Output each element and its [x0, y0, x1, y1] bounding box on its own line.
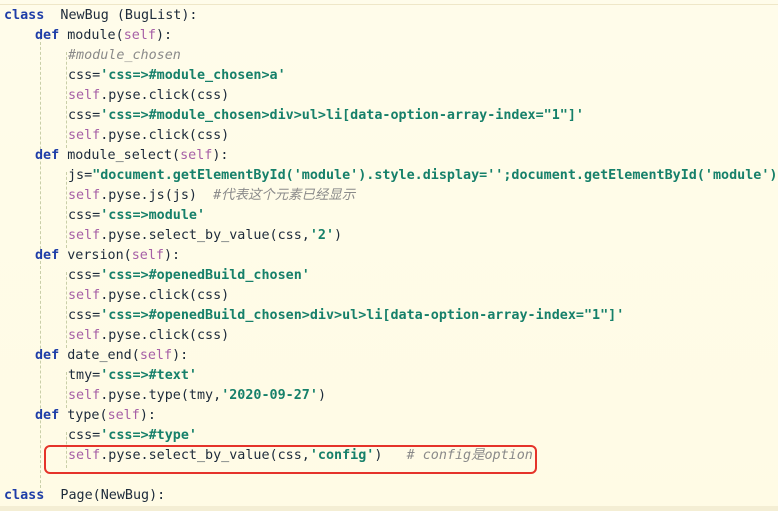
string-literal: ).style.display= — [358, 168, 488, 183]
code-line: #module_chosen — [68, 46, 181, 66]
keyword: def — [35, 248, 60, 263]
code-text: ) — [334, 228, 343, 243]
self-token: self — [68, 128, 101, 143]
code-text: .pyse.js(js) — [100, 188, 214, 203]
code-text: tmy= — [68, 368, 101, 383]
indent-guide — [66, 52, 67, 148]
code-text: NewBug (BugList): — [44, 8, 198, 23]
code-text: type( — [59, 408, 108, 423]
keyword: class — [4, 488, 45, 503]
indent-guide — [66, 272, 67, 348]
code-text: date_end( — [59, 348, 140, 363]
code-line: self.pyse.click(css) — [68, 286, 229, 306]
code-text: css= — [68, 308, 101, 323]
code-line: css='css=>#module_chosen>a' — [68, 66, 286, 86]
code-text: ): — [164, 248, 181, 263]
code-line: def version(self): — [35, 246, 180, 266]
code-text: css= — [68, 208, 101, 223]
indent-guide — [66, 372, 67, 408]
string-literal: 'css=>#openedBuild_chosen' — [100, 268, 310, 283]
self-token: self — [68, 328, 101, 343]
string-literal: '' — [487, 168, 504, 183]
keyword: def — [35, 348, 60, 363]
highlight-box — [44, 445, 537, 474]
code-text: js= — [68, 168, 93, 183]
keyword: def — [35, 28, 60, 43]
code-line: self.pyse.type(tmy,'2020-09-27') — [68, 386, 326, 406]
code-line: def module(self): — [35, 26, 172, 46]
self-token: self — [107, 408, 140, 423]
self-token: self — [123, 28, 156, 43]
code-text: version( — [59, 248, 132, 263]
string-literal: 'module' — [704, 168, 770, 183]
code-line: def type(self): — [35, 406, 156, 426]
code-line: tmy='css=>#text' — [68, 366, 197, 386]
indent-guide — [66, 172, 67, 248]
code-text: ): — [172, 348, 189, 363]
code-text: .pyse.click(css) — [100, 328, 230, 343]
comment: #代表这个元素已经显示 — [213, 188, 356, 203]
code-text: css= — [68, 68, 101, 83]
string-literal: 'css=>#text' — [100, 368, 197, 383]
comment: #module_chosen — [68, 48, 181, 63]
keyword: class — [4, 8, 45, 23]
string-literal: 'css=>#openedBuild_chosen>div>ul>li[data… — [100, 308, 625, 323]
code-line: css='css=>module' — [68, 206, 205, 226]
string-literal: '2020-09-27' — [221, 388, 318, 403]
code-line: css='css=>#module_chosen>div>ul>li[data-… — [68, 106, 584, 126]
code-text: css= — [68, 108, 101, 123]
code-line: self.pyse.js(js) #代表这个元素已经显示 — [68, 186, 355, 206]
code-line: class Page(NewBug): — [4, 486, 165, 506]
code-text: Page(NewBug): — [44, 488, 166, 503]
code-line: self.pyse.select_by_value(css,'2') — [68, 226, 342, 246]
self-token: self — [68, 228, 101, 243]
string-literal: '2' — [309, 228, 335, 243]
code-line: def date_end(self): — [35, 346, 188, 366]
code-line: def module_select(self): — [35, 146, 229, 166]
code-line: self.pyse.click(css) — [68, 126, 229, 146]
string-literal: ). — [769, 168, 778, 183]
string-literal: 'css=>module' — [100, 208, 206, 223]
bottom-edge — [0, 506, 778, 511]
string-literal: 'css=>#module_chosen>div>ul>li[data-opti… — [100, 108, 584, 123]
self-token: self — [68, 388, 101, 403]
code-text: ): — [139, 408, 156, 423]
string-literal: 'css=>#module_chosen>a' — [100, 68, 286, 83]
self-token: self — [68, 288, 101, 303]
string-literal: ;document.getElementById( — [503, 168, 705, 183]
keyword: def — [35, 148, 60, 163]
code-line: self.pyse.click(css) — [68, 86, 229, 106]
code-line: css='css=>#openedBuild_chosen' — [68, 266, 310, 286]
code-text: ) — [317, 388, 326, 403]
code-line: js="document.getElementById('module').st… — [68, 166, 778, 186]
code-text: .pyse.click(css) — [100, 288, 230, 303]
code-line: css='css=>#type' — [68, 426, 197, 446]
string-literal: 'css=>#type' — [100, 428, 197, 443]
code-text: .pyse.click(css) — [100, 128, 230, 143]
code-text: css= — [68, 268, 101, 283]
code-text: css= — [68, 428, 101, 443]
code-text: module( — [59, 28, 124, 43]
code-line: class NewBug (BugList): — [4, 6, 198, 26]
self-token: self — [68, 188, 101, 203]
self-token: self — [139, 348, 173, 363]
self-token: self — [68, 88, 101, 103]
self-token: self — [180, 148, 213, 163]
code-text: .pyse.select_by_value(css, — [100, 228, 310, 243]
code-text: .pyse.click(css) — [100, 88, 230, 103]
code-text: .pyse.type(tmy, — [100, 388, 222, 403]
code-text: module_select( — [59, 148, 181, 163]
code-text: ): — [155, 28, 173, 43]
code-editor[interactable]: class NewBug (BugList): def module(self)… — [0, 0, 778, 511]
code-text: ): — [212, 148, 229, 163]
string-literal: "document.getElementById( — [92, 168, 294, 183]
scrolled-line-edge — [0, 0, 778, 5]
self-token: self — [131, 248, 164, 263]
string-literal: 'module' — [293, 168, 359, 183]
code-line: css='css=>#openedBuild_chosen>div>ul>li[… — [68, 306, 624, 326]
code-line: self.pyse.click(css) — [68, 326, 229, 346]
keyword: def — [35, 408, 60, 423]
